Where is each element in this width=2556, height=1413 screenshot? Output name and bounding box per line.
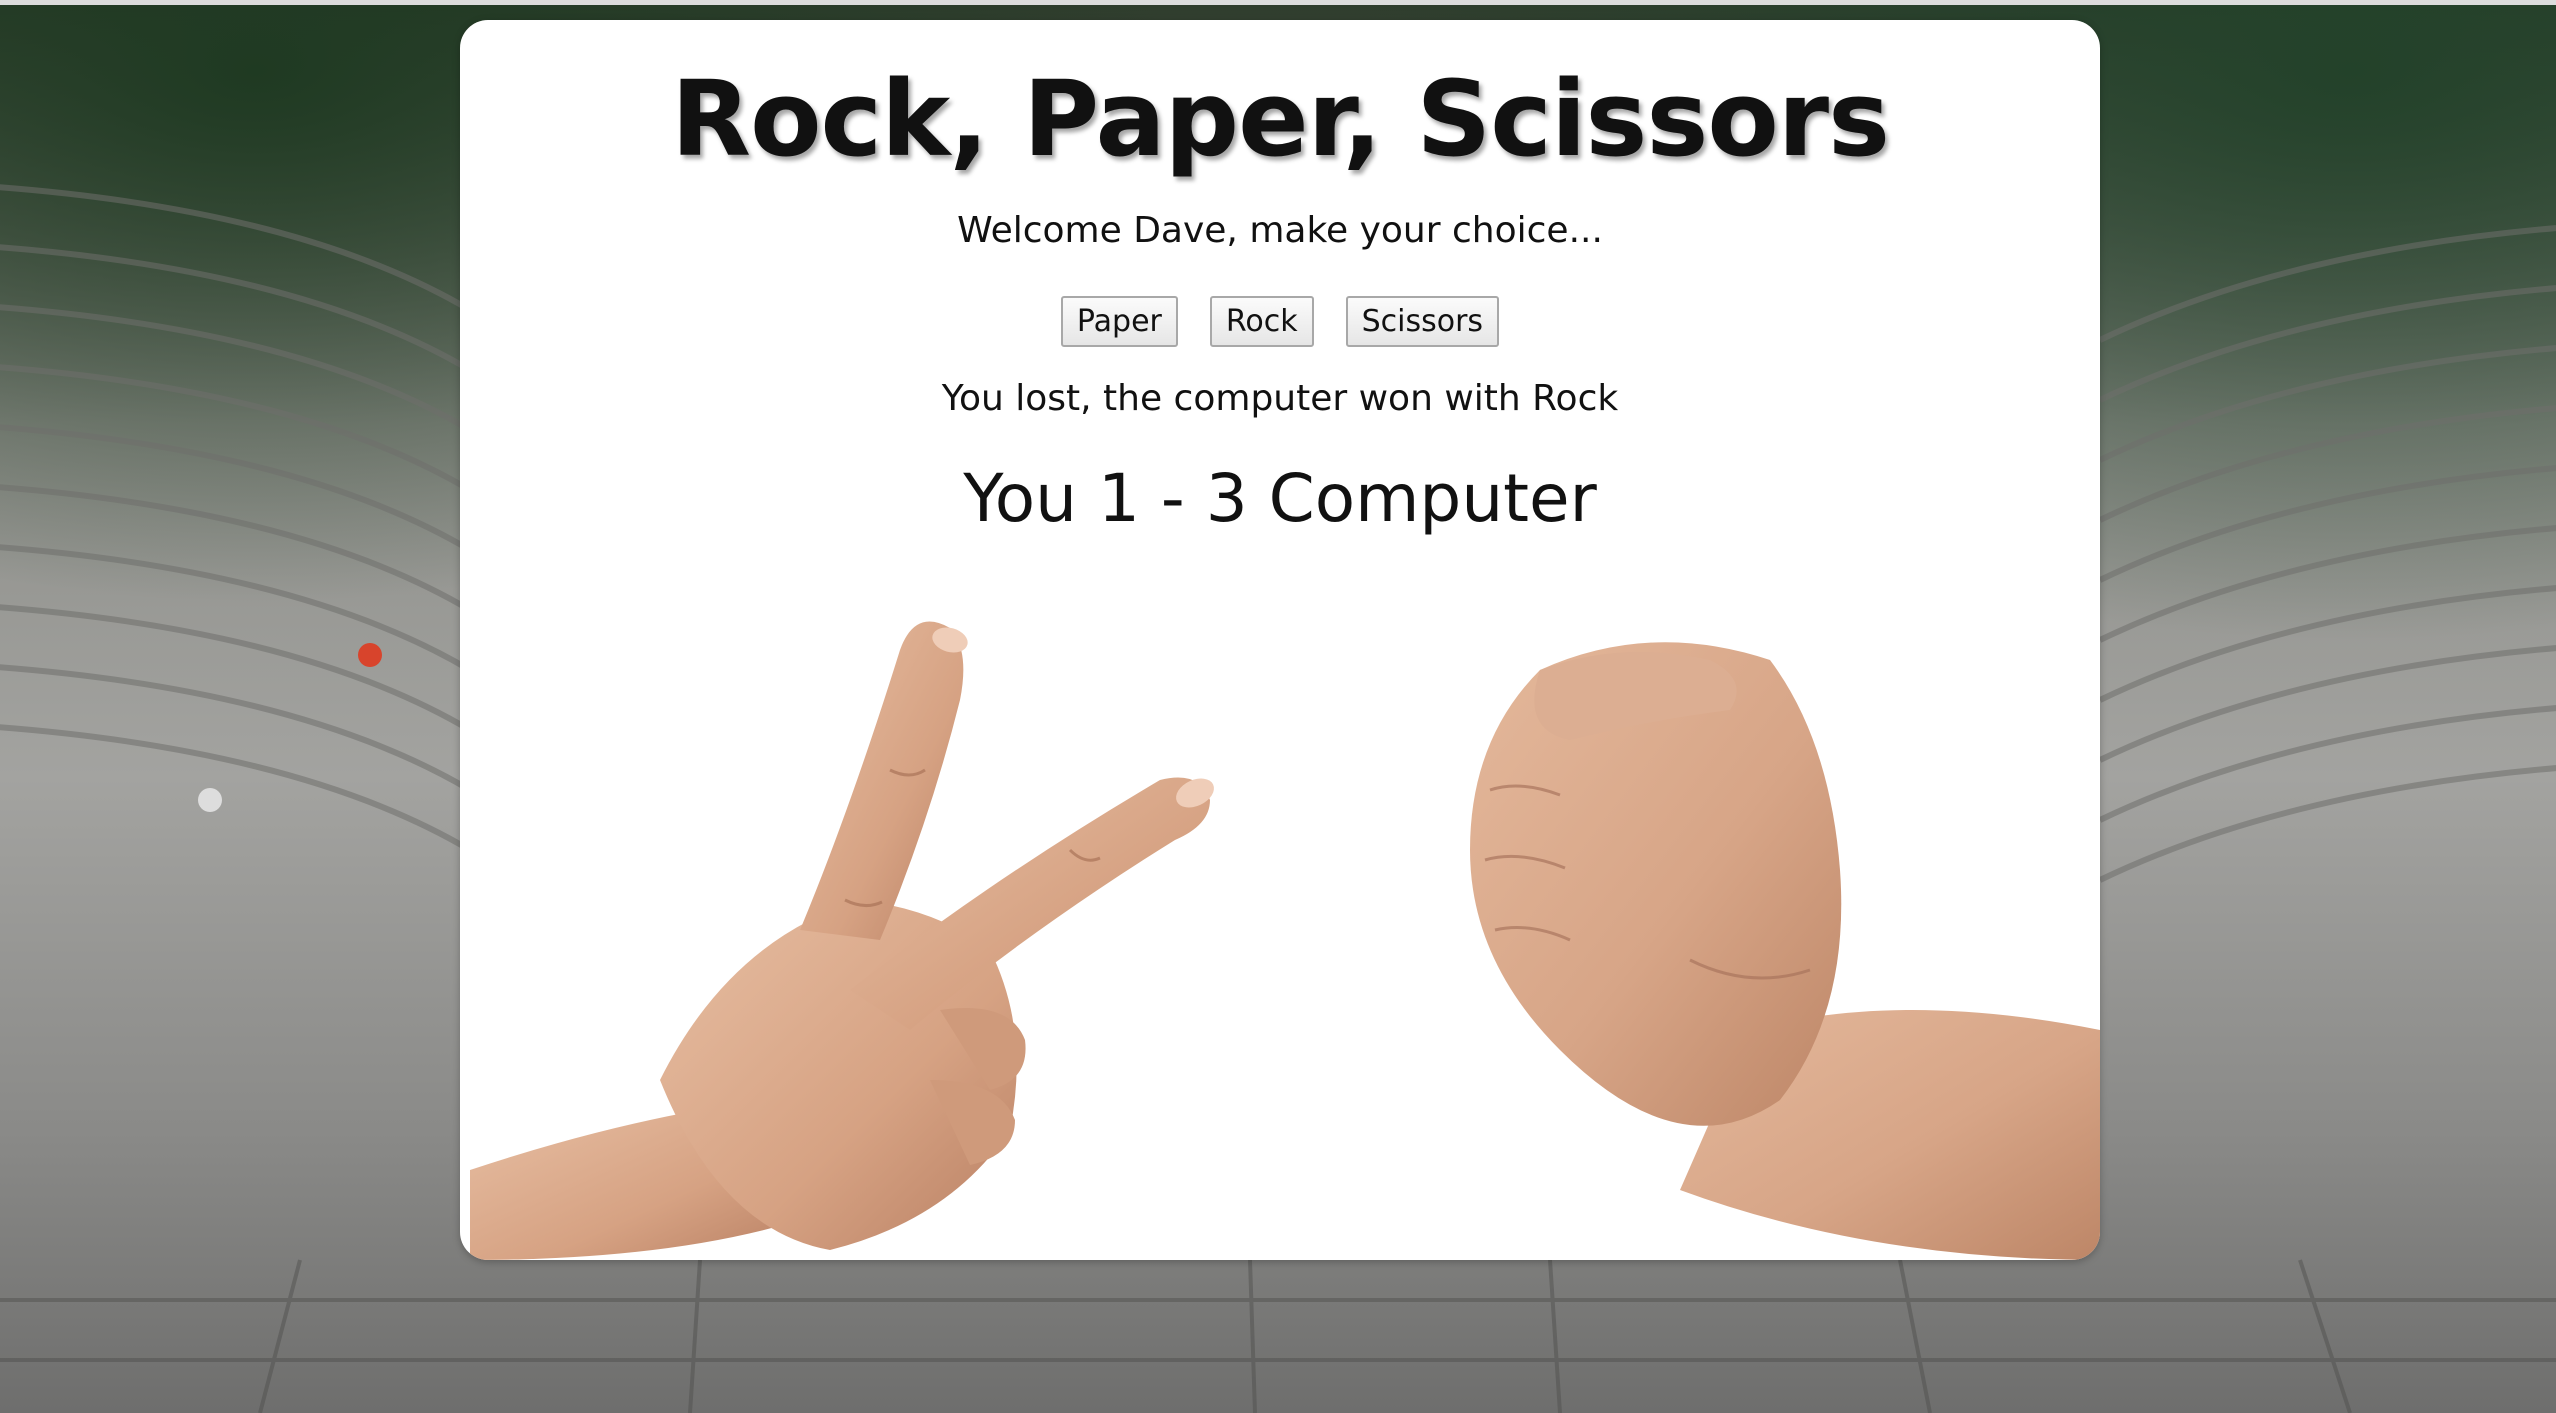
choice-buttons: Paper Rock Scissors: [460, 296, 2100, 347]
rock-button[interactable]: Rock: [1209, 296, 1314, 347]
welcome-message: Welcome Dave, make your choice...: [957, 210, 1603, 251]
result-message: You lost, the computer won with Rock: [941, 378, 1619, 419]
game-title: Rock, Paper, Scissors: [670, 58, 1890, 180]
scissors-button[interactable]: Scissors: [1345, 296, 1500, 347]
paper-button[interactable]: Paper: [1060, 296, 1178, 347]
score-display: You 1 - 3 Computer: [963, 460, 1597, 537]
rock-fist-hand-icon: [1470, 642, 2100, 1260]
browser-top-edge: [0, 0, 2556, 5]
scissors-hand-icon: [470, 621, 1214, 1260]
game-card: Rock, Paper, Scissors Welcome Dave, make…: [460, 20, 2100, 1260]
